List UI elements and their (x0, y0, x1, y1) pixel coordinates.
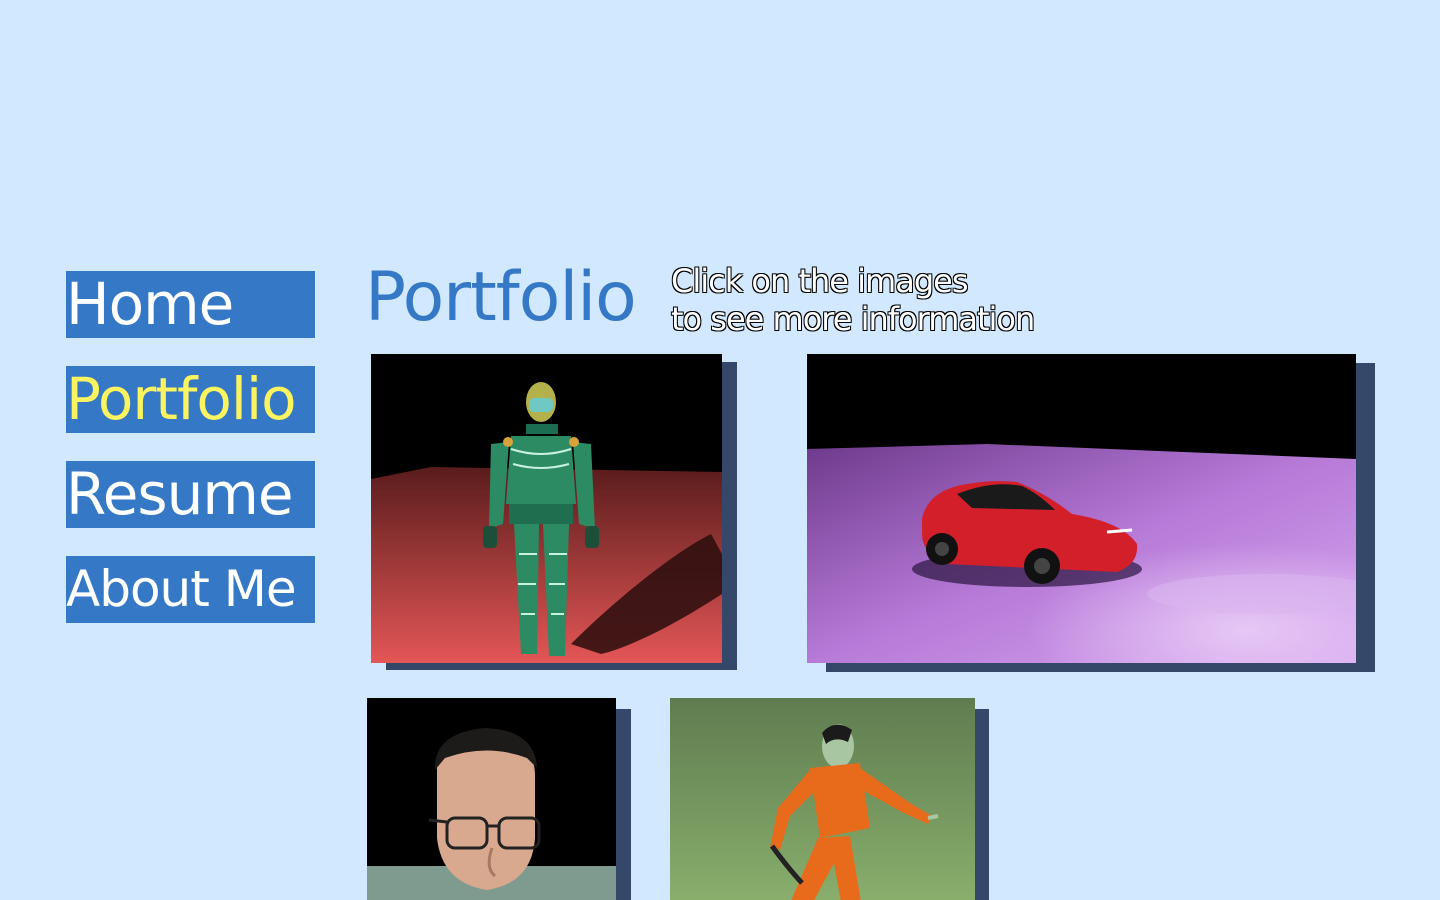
head-render-image (367, 698, 616, 900)
instruction-line-1: Click on the images (671, 262, 968, 300)
portfolio-page: Home Portfolio Resume About Me Portfolio… (0, 0, 1440, 900)
character-render-image (670, 698, 975, 900)
instruction-line-2: to see more information (671, 300, 1035, 338)
nav-home-link[interactable]: Home (66, 271, 315, 338)
page-title: Portfolio (365, 258, 637, 337)
nav-portfolio-link[interactable]: Portfolio (66, 366, 315, 433)
nav-about-link[interactable]: About Me (66, 556, 315, 623)
robot-render-image (371, 354, 722, 663)
car-render-image (807, 354, 1356, 663)
nav-resume-link[interactable]: Resume (66, 461, 315, 528)
portfolio-image-head[interactable] (367, 698, 631, 900)
portfolio-image-car[interactable] (807, 354, 1375, 672)
portfolio-image-character[interactable] (670, 698, 989, 900)
portfolio-image-robot[interactable] (371, 354, 737, 670)
instruction-text: Click on the images to see more informat… (671, 262, 1035, 338)
